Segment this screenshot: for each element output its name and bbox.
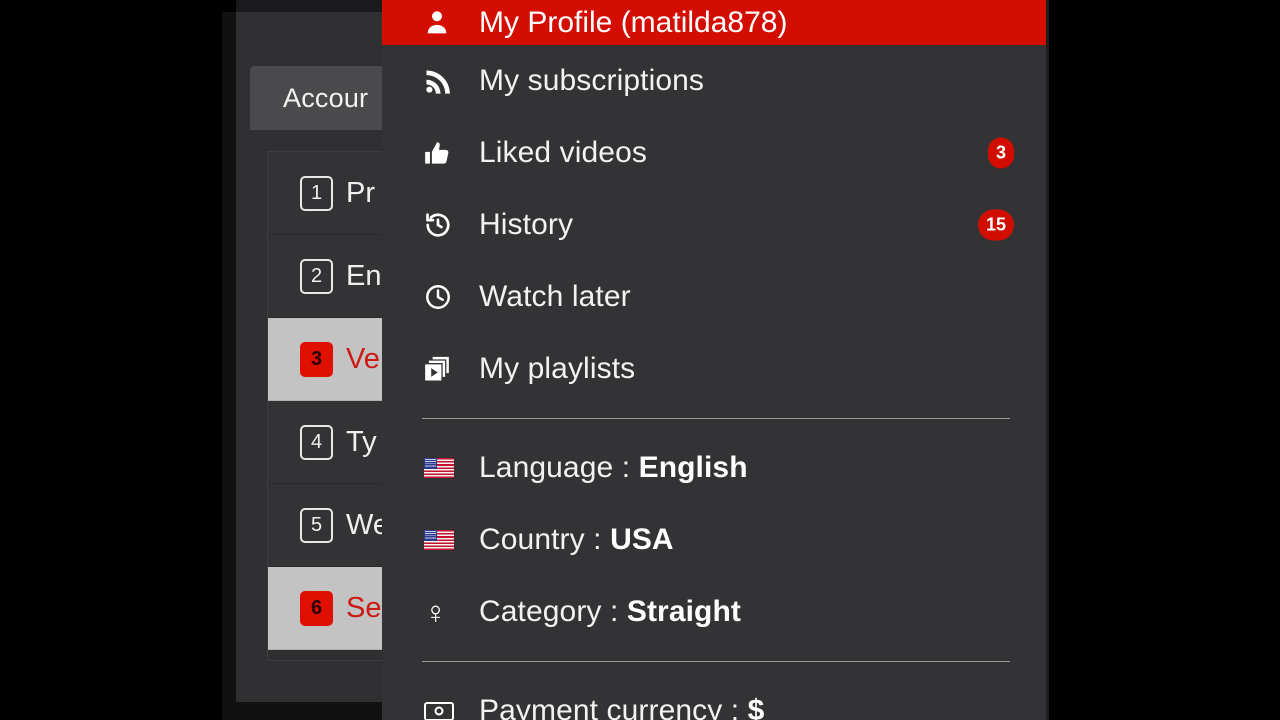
number-box-icon: 6 — [300, 590, 333, 626]
number-box-icon: 1 — [300, 175, 333, 211]
language-label: Language : — [479, 451, 631, 484]
menu-item-my-profile[interactable]: My Profile (matilda878) — [382, 0, 1048, 45]
menu-item-label: My playlists — [479, 352, 636, 385]
menu-item-label: Watch later — [479, 280, 631, 313]
screen: Accour 1 Pr 2 En 3 Ve 4 Ty 5 We 6 Se My … — [0, 0, 1280, 720]
us-flag-icon — [424, 530, 462, 550]
menu-item-language[interactable]: Language : English — [382, 432, 1048, 504]
menu-divider — [422, 418, 1010, 419]
profile-dropdown-menu: My Profile (matilda878) My subscriptions… — [382, 0, 1048, 720]
country-label: Country : — [479, 523, 602, 556]
sidebar-item-label: Pr — [346, 176, 375, 209]
menu-item-label: Language : English — [479, 451, 748, 485]
menu-item-label: Country : USA — [479, 523, 674, 557]
account-tab-label: Accour — [283, 82, 369, 113]
menu-item-label: Liked videos — [479, 136, 647, 169]
sidebar-item-label: Ty — [346, 425, 377, 458]
category-label: Category : — [479, 595, 619, 628]
user-icon — [424, 9, 462, 36]
payment-currency-label: Payment currency : — [479, 694, 740, 720]
menu-item-watch-later[interactable]: Watch later — [382, 261, 1048, 333]
sidebar-item-label: En — [346, 259, 382, 292]
banknote-icon — [424, 701, 462, 720]
menu-item-label: My Profile (matilda878) — [479, 5, 788, 39]
menu-item-label: History — [479, 208, 574, 241]
payment-currency-value: $ — [747, 694, 765, 720]
thumbs-up-icon — [424, 140, 462, 167]
menu-item-liked-videos[interactable]: Liked videos 3 — [382, 117, 1048, 189]
page-notch-left — [222, 0, 236, 12]
menu-item-history[interactable]: History 15 — [382, 189, 1048, 261]
us-flag-icon — [424, 458, 462, 478]
number-box-icon: 2 — [300, 258, 333, 294]
status-badge: 3 — [987, 137, 1014, 169]
sidebar-item-label: Ve — [346, 342, 380, 375]
letterbox-right — [1049, 0, 1280, 720]
playlist-icon — [424, 355, 462, 383]
number-box-icon: 5 — [300, 507, 333, 543]
menu-item-label: My subscriptions — [479, 64, 705, 97]
history-icon — [424, 211, 462, 239]
venus-icon: ♀ — [424, 594, 448, 630]
category-value: Straight — [626, 595, 741, 628]
clock-icon — [424, 283, 462, 311]
menu-item-my-playlists[interactable]: My playlists — [382, 333, 1048, 405]
menu-item-payment-currency[interactable]: Payment currency : $ — [382, 675, 1048, 720]
country-value: USA — [610, 523, 674, 556]
number-box-icon: 3 — [300, 341, 333, 377]
sidebar-item-label: Se — [346, 591, 382, 624]
menu-item-label: Category : Straight — [479, 595, 741, 629]
page-notch-top — [236, 0, 382, 12]
status-badge: 15 — [977, 209, 1014, 241]
letterbox-left — [0, 0, 222, 720]
menu-item-country[interactable]: Country : USA — [382, 504, 1048, 576]
menu-item-label: Payment currency : $ — [479, 694, 764, 720]
rss-icon — [424, 68, 462, 95]
menu-item-my-subscriptions[interactable]: My subscriptions — [382, 45, 1048, 117]
menu-item-category[interactable]: ♀ Category : Straight — [382, 576, 1048, 648]
language-value: English — [638, 451, 748, 484]
menu-divider — [422, 661, 1010, 662]
number-box-icon: 4 — [300, 424, 333, 460]
